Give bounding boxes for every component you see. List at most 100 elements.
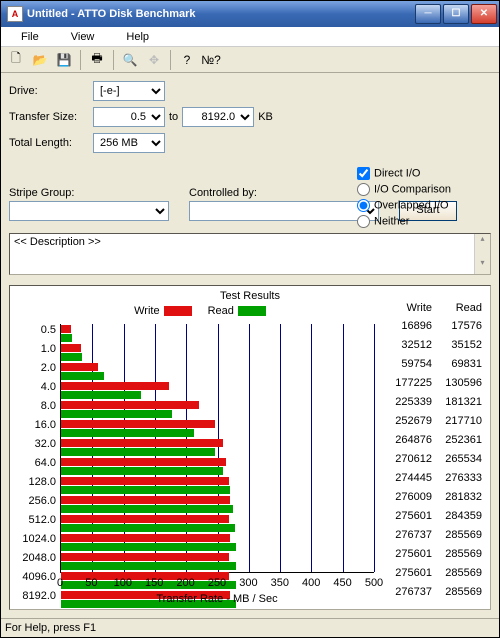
neither-radio[interactable]: Neither xyxy=(357,215,489,228)
y-tick-label: 16.0 xyxy=(18,419,56,438)
y-tick-label: 32.0 xyxy=(18,438,56,457)
move-icon[interactable]: ✥ xyxy=(143,49,165,71)
y-tick-label: 4096.0 xyxy=(18,571,56,590)
write-value: 264876 xyxy=(382,434,432,453)
y-tick-label: 64.0 xyxy=(18,457,56,476)
read-value: 285569 xyxy=(432,586,482,605)
y-tick-label: 8.0 xyxy=(18,400,56,419)
read-bar xyxy=(61,467,223,475)
description-box[interactable]: << Description >> ▴▾ xyxy=(9,233,491,275)
write-bar xyxy=(61,553,229,561)
chart-xlabel: Transfer Rate - MB / Sec xyxy=(60,593,374,605)
read-value: 130596 xyxy=(432,377,482,396)
write-value: 275601 xyxy=(382,567,432,586)
whats-this-icon[interactable]: №? xyxy=(200,49,222,71)
read-value: 35152 xyxy=(432,339,482,358)
read-bar xyxy=(61,334,72,342)
label-transfer-size: Transfer Size: xyxy=(9,111,89,123)
open-icon[interactable]: 📂 xyxy=(29,49,51,71)
read-value: 17576 xyxy=(432,320,482,339)
y-tick-label: 0.5 xyxy=(18,324,56,343)
chart: 0.51.02.04.08.016.032.064.0128.0256.0512… xyxy=(18,320,382,605)
controlled-by-select[interactable] xyxy=(189,201,379,221)
read-value: 276333 xyxy=(432,472,482,491)
direct-io-checkbox[interactable]: Direct I/O xyxy=(357,167,489,180)
write-bar xyxy=(61,496,230,504)
legend-read: Read xyxy=(208,305,266,317)
close-button[interactable]: ✕ xyxy=(471,4,497,24)
y-tick-label: 4.0 xyxy=(18,381,56,400)
app-icon: A xyxy=(7,6,23,22)
read-value: 281832 xyxy=(432,491,482,510)
read-value: 69831 xyxy=(432,358,482,377)
write-value: 177225 xyxy=(382,377,432,396)
print-icon[interactable]: 🖶 xyxy=(86,49,108,71)
write-bar xyxy=(61,439,223,447)
toolbar: 🗋 📂 💾 🖶 🔍 ✥ ? №? xyxy=(1,47,499,73)
total-length-select[interactable]: 256 MB xyxy=(93,133,165,153)
status-text: For Help, press F1 xyxy=(5,622,96,634)
titlebar: A Untitled - ATTO Disk Benchmark ─ ☐ ✕ xyxy=(1,1,499,27)
write-bar xyxy=(61,534,230,542)
io-comparison-radio[interactable]: I/O Comparison xyxy=(357,183,489,196)
transfer-size-to-select[interactable]: 8192.0 xyxy=(182,107,254,127)
write-value: 32512 xyxy=(382,339,432,358)
read-value: 217710 xyxy=(432,415,482,434)
y-tick-label: 2.0 xyxy=(18,362,56,381)
write-value: 276009 xyxy=(382,491,432,510)
transfer-size-from-select[interactable]: 0.5 xyxy=(93,107,165,127)
y-tick-label: 256.0 xyxy=(18,495,56,514)
window-title: Untitled - ATTO Disk Benchmark xyxy=(27,8,415,20)
read-bar xyxy=(61,486,230,494)
results-title: Test Results xyxy=(18,290,482,302)
write-bar xyxy=(61,401,199,409)
read-value: 284359 xyxy=(432,510,482,529)
menu-view[interactable]: View xyxy=(55,28,111,46)
legend-write: Write xyxy=(134,305,191,317)
label-stripe-group: Stripe Group: xyxy=(9,187,169,199)
save-icon[interactable]: 💾 xyxy=(53,49,75,71)
write-bar xyxy=(61,363,98,371)
read-bar xyxy=(61,391,141,399)
write-value: 225339 xyxy=(382,396,432,415)
label-total-length: Total Length: xyxy=(9,137,89,149)
help-icon[interactable]: ? xyxy=(176,49,198,71)
write-value: 276737 xyxy=(382,529,432,548)
test-results-panel: Test Results Write Read Write Read 0.51.… xyxy=(9,285,491,610)
col-header-write: Write xyxy=(382,302,432,321)
y-tick-label: 2048.0 xyxy=(18,552,56,571)
write-value: 252679 xyxy=(382,415,432,434)
write-value: 270612 xyxy=(382,453,432,472)
col-header-read: Read xyxy=(432,302,482,321)
read-bar xyxy=(61,524,235,532)
menu-file[interactable]: File xyxy=(5,28,55,46)
write-bar xyxy=(61,477,229,485)
read-value: 181321 xyxy=(432,396,482,415)
read-value: 265534 xyxy=(432,453,482,472)
preview-icon[interactable]: 🔍 xyxy=(119,49,141,71)
read-bar xyxy=(61,353,82,361)
menubar: File View Help xyxy=(1,27,499,47)
y-tick-label: 8192.0 xyxy=(18,590,56,609)
minimize-button[interactable]: ─ xyxy=(415,4,441,24)
new-icon[interactable]: 🗋 xyxy=(5,49,27,71)
scrollbar[interactable]: ▴▾ xyxy=(474,234,490,274)
stripe-group-select[interactable] xyxy=(9,201,169,221)
overlapped-io-radio[interactable]: Overlapped I/O xyxy=(357,199,489,212)
drive-select[interactable]: [-e-] xyxy=(93,81,165,101)
read-bar xyxy=(61,448,215,456)
write-value: 275601 xyxy=(382,510,432,529)
description-placeholder: << Description >> xyxy=(14,236,101,248)
read-value: 252361 xyxy=(432,434,482,453)
write-value: 16896 xyxy=(382,320,432,339)
menu-help[interactable]: Help xyxy=(110,28,165,46)
write-bar xyxy=(61,515,229,523)
maximize-button[interactable]: ☐ xyxy=(443,4,469,24)
write-value: 59754 xyxy=(382,358,432,377)
write-value: 276737 xyxy=(382,586,432,605)
write-bar xyxy=(61,382,169,390)
read-bar xyxy=(61,429,194,437)
read-bar xyxy=(61,505,233,513)
y-tick-label: 1024.0 xyxy=(18,533,56,552)
label-kb: KB xyxy=(258,111,273,123)
